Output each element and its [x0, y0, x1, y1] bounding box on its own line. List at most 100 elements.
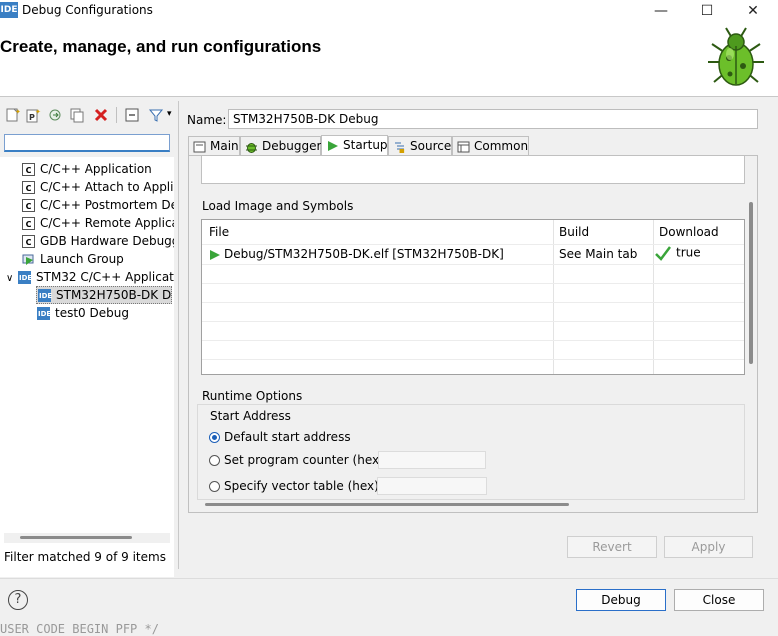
ide-config-icon: IDE [37, 307, 51, 320]
startup-tab-panel: Load Image and Symbols File Build Downlo… [188, 155, 758, 513]
column-header-build[interactable]: Build [559, 225, 589, 239]
download-value: true [676, 245, 701, 260]
startup-tab-icon [328, 140, 338, 151]
common-tab-icon [457, 141, 470, 152]
minimize-button[interactable]: — [638, 0, 684, 22]
tree-item-label: C/C++ Remote Application [40, 216, 174, 230]
close-window-button[interactable]: ✕ [730, 0, 776, 22]
tree-horizontal-scrollbar[interactable] [4, 533, 170, 543]
name-field[interactable]: STM32H750B-DK Debug [228, 109, 758, 129]
configuration-list-pane: ✦ P ✦ ▾ C C/C++ Application C C/C++ Attach … [0, 101, 179, 577]
maximize-button[interactable]: ☐ [684, 0, 730, 22]
page-title: Create, manage, and run configurations [0, 37, 322, 56]
c-config-icon: C [22, 181, 35, 194]
load-image-group-label: Load Image and Symbols [202, 199, 354, 213]
program-counter-input[interactable] [378, 451, 486, 469]
c-config-icon: C [22, 163, 35, 176]
tree-item-cpp-remote[interactable]: C C/C++ Remote Application [22, 214, 174, 232]
filter-status-text: Filter matched 9 of 9 items [4, 550, 166, 564]
tree-item-gdb-hardware[interactable]: C GDB Hardware Debugging [22, 232, 174, 250]
duplicate-icon[interactable] [69, 107, 85, 123]
run-icon [210, 249, 220, 260]
filter-icon[interactable] [148, 107, 164, 123]
new-prototype-icon[interactable]: P✦ [25, 107, 41, 123]
panel-vertical-scrollbar[interactable] [749, 202, 753, 364]
filter-dropdown-icon[interactable]: ▾ [167, 109, 172, 119]
tree-item-label: C/C++ Application [40, 162, 152, 176]
tree-item-label: STM32H750B-DK Debug [56, 288, 172, 302]
radio-specify-vector-table[interactable]: Specify vector table (hex): [209, 478, 383, 494]
radio-default-start-address[interactable]: Default start address [209, 429, 351, 445]
tree-item-label: C/C++ Attach to Application [40, 180, 174, 194]
tab-common[interactable]: Common [452, 136, 529, 156]
delete-icon[interactable] [93, 107, 109, 123]
chevron-down-icon[interactable]: ∨ [6, 270, 18, 286]
radio-unselected-icon[interactable] [209, 481, 220, 492]
debugger-tab-icon [246, 142, 257, 153]
row-file: Debug/STM32H750B-DK.elf [STM32H750B-DK] [224, 247, 504, 261]
help-icon[interactable]: ? [8, 590, 28, 610]
configuration-tree: C C/C++ Application C C/C++ Attach to Appl… [0, 157, 174, 577]
tree-item-cpp-application[interactable]: C C/C++ Application [22, 160, 152, 178]
tab-main[interactable]: Main [188, 136, 240, 156]
c-config-icon: C [22, 217, 35, 230]
initialization-commands-box[interactable] [201, 156, 745, 184]
tree-item-cpp-postmortem[interactable]: C C/C++ Postmortem Debugger [22, 196, 174, 214]
filter-input[interactable] [4, 134, 170, 152]
column-header-download[interactable]: Download [659, 225, 719, 239]
apply-button[interactable]: Apply [664, 536, 753, 558]
tree-item-label: GDB Hardware Debugging [40, 234, 174, 248]
ide-config-icon: IDE [38, 289, 52, 302]
ide-config-icon: IDE [18, 271, 32, 284]
start-address-label: Start Address [210, 409, 291, 423]
tab-debugger[interactable]: Debugger [240, 136, 321, 156]
row-download[interactable]: true [654, 245, 701, 261]
footer-divider [0, 578, 778, 579]
tree-item-stm32-application[interactable]: ∨IDE STM32 C/C++ Application [6, 268, 174, 286]
svg-text:■: ■ [399, 148, 405, 153]
tree-item-test0-debug[interactable]: IDE test0 Debug [37, 304, 173, 322]
tree-item-label: C/C++ Postmortem Debugger [40, 198, 174, 212]
toolbar-divider [116, 107, 117, 123]
vector-table-input[interactable] [377, 477, 487, 495]
debug-button[interactable]: Debug [576, 589, 666, 611]
source-tab-icon: ■ [395, 142, 405, 153]
radio-selected-icon[interactable] [209, 432, 220, 443]
svg-text:✦: ✦ [35, 108, 41, 116]
close-button[interactable]: Close [674, 589, 764, 611]
debug-bug-icon [708, 27, 764, 86]
radio-unselected-icon[interactable] [209, 455, 220, 466]
panel-horizontal-scrollbar[interactable] [205, 503, 569, 506]
new-configuration-icon[interactable]: ✦ [4, 107, 20, 123]
runtime-options-label: Runtime Options [202, 389, 303, 403]
collapse-all-icon[interactable] [124, 107, 140, 123]
name-label: Name: [187, 113, 227, 127]
window-title: Debug Configurations [22, 3, 153, 17]
revert-button[interactable]: Revert [567, 536, 657, 558]
c-config-icon: C [22, 199, 35, 212]
app-icon: IDE [0, 2, 18, 18]
c-config-icon: C [22, 235, 35, 248]
tree-item-launch-group[interactable]: Launch Group [22, 250, 174, 268]
launch-group-icon [22, 254, 34, 265]
dialog-header: Create, manage, and run configurations [0, 22, 778, 97]
checkmark-icon [655, 246, 671, 261]
tab-bar: Main Debugger Startup ■ Source Common [188, 135, 758, 156]
row-build: See Main tab [559, 247, 638, 261]
tree-item-cpp-attach[interactable]: C C/C++ Attach to Application [22, 178, 174, 196]
svg-text:✦: ✦ [15, 108, 20, 116]
tree-item-stm32h750b-debug[interactable]: IDE STM32H750B-DK Debug [36, 286, 172, 304]
export-icon[interactable] [47, 107, 63, 123]
main-tab-icon [193, 141, 206, 152]
tree-item-label: STM32 C/C++ Application [36, 270, 174, 284]
tab-startup[interactable]: Startup [321, 135, 388, 156]
background-code-text: USER CODE BEGIN PFP */ [0, 622, 159, 636]
tab-source[interactable]: ■ Source [388, 136, 452, 156]
tree-item-label: test0 Debug [55, 306, 129, 320]
load-image-table[interactable]: File Build Download Debug/STM32H750B-DK.… [201, 219, 745, 375]
radio-set-program-counter[interactable]: Set program counter (hex): [209, 452, 388, 468]
title-bar: IDE Debug Configurations — ☐ ✕ [0, 0, 778, 22]
tree-item-label: Launch Group [40, 252, 124, 266]
table-row[interactable]: Debug/STM32H750B-DK.elf [STM32H750B-DK] [209, 247, 504, 261]
column-header-file[interactable]: File [209, 225, 229, 239]
